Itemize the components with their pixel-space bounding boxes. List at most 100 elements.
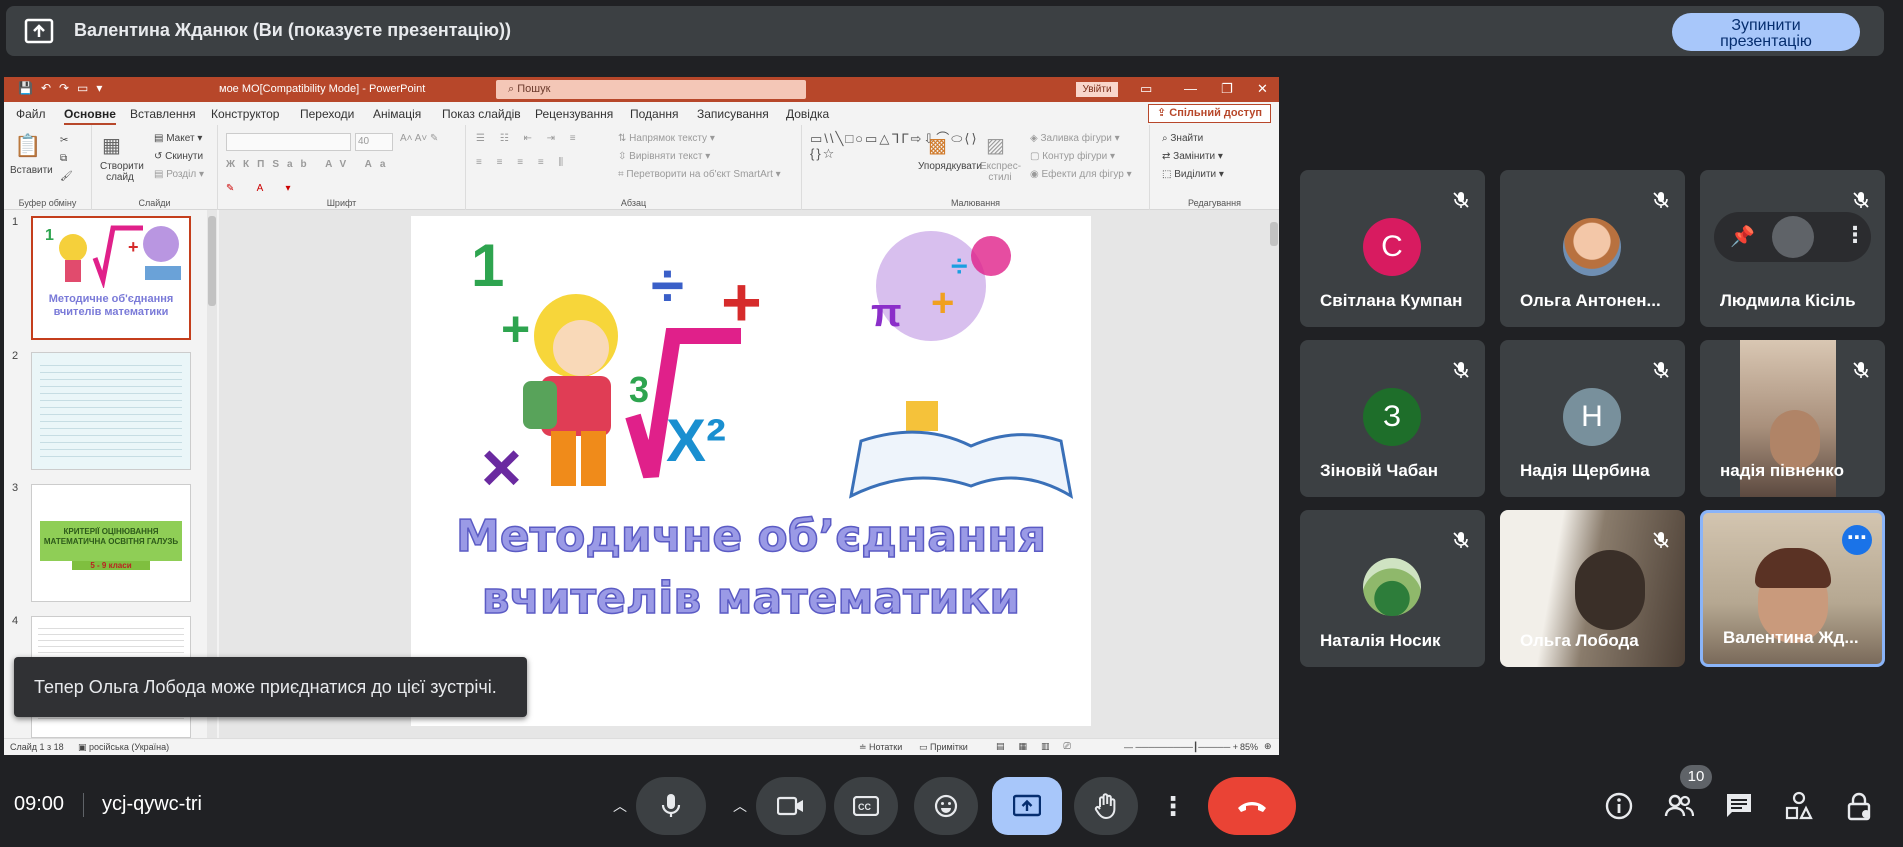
quick-styles-button[interactable]: Експрес-стилі <box>980 161 1021 183</box>
fit-slide-icon[interactable]: ⊕ <box>1264 741 1272 752</box>
paste-button[interactable]: Вставити <box>10 165 53 176</box>
tab-slideshow[interactable]: Показ слайдів <box>442 107 521 121</box>
paste-icon[interactable]: 📋 <box>14 133 41 159</box>
minimize-icon[interactable]: — <box>1184 81 1197 96</box>
notes-button[interactable]: ≐ Нотатки <box>859 742 902 753</box>
align-icons[interactable]: ≡ ≡ ≡ ≡ ⫼ <box>476 157 569 168</box>
tab-review[interactable]: Рецензування <box>535 107 613 121</box>
tab-record[interactable]: Записування <box>697 107 769 121</box>
mute-participant-icon[interactable] <box>1772 216 1814 258</box>
captions-button[interactable]: CC <box>834 777 898 835</box>
quick-styles-icon[interactable]: ▨ <box>986 133 1005 158</box>
activities-icon[interactable] <box>1784 791 1814 821</box>
tab-design[interactable]: Конструктор <box>211 107 279 121</box>
chat-icon[interactable] <box>1724 791 1754 821</box>
shape-effects-button[interactable]: ◉ Ефекти для фігур ▾ <box>1030 169 1132 180</box>
participant-tile[interactable]: З Зіновій Чабан <box>1300 340 1485 497</box>
comments-button[interactable]: ▭ Примітки <box>919 742 968 753</box>
select-button[interactable]: ⬚ Виділити ▾ <box>1162 169 1224 180</box>
font-name-dropdown[interactable] <box>226 133 351 151</box>
leave-call-button[interactable] <box>1208 777 1296 835</box>
arrange-button[interactable]: Упорядкувати <box>918 161 982 172</box>
profile-photo <box>1563 218 1621 276</box>
participant-tile[interactable]: Ольга Антонен... <box>1500 170 1685 327</box>
share-button[interactable]: ⇪ Спільний доступ <box>1148 104 1271 123</box>
participant-tile[interactable]: надія півненко <box>1700 340 1885 497</box>
participant-name: Надія Щербина <box>1520 461 1650 480</box>
zoom-slider[interactable]: — ─────────┃───── + <box>1124 742 1238 753</box>
participant-tile[interactable]: Наталія Носик <box>1300 510 1485 667</box>
layout-button[interactable]: ▤ Макет ▾ <box>154 133 202 144</box>
shape-fill-button[interactable]: ◈ Заливка фігури ▾ <box>1030 133 1120 144</box>
reset-button[interactable]: ↺ Скинути <box>154 151 203 162</box>
slide-thumbnail-2[interactable] <box>31 352 191 470</box>
tab-file[interactable]: Файл <box>16 107 46 121</box>
ppt-search-box[interactable]: ⌕ Пошук <box>496 80 806 99</box>
new-slide-icon[interactable]: ▦ <box>102 133 121 158</box>
language-label: російська (Україна) <box>89 742 170 752</box>
more-options-icon[interactable]: ⋯ <box>1842 525 1872 555</box>
arrange-icon[interactable]: ▩ <box>928 133 947 158</box>
ribbon-display-icon[interactable]: ▭ <box>1140 81 1152 97</box>
reactions-button[interactable] <box>914 777 978 835</box>
editor-scrollbar[interactable] <box>1269 210 1279 738</box>
text-direction-button[interactable]: ⇅ Напрямок тексту ▾ <box>618 133 715 144</box>
ppt-signin-button[interactable]: Увійти <box>1076 82 1118 97</box>
pin-icon[interactable]: 📌 <box>1730 224 1755 249</box>
present-now-button[interactable] <box>992 777 1062 835</box>
new-slide-button[interactable]: Створити слайд <box>100 161 144 183</box>
font-size-dropdown[interactable]: 40 <box>355 133 393 151</box>
audio-options-chevron-icon[interactable]: ︿ <box>608 789 632 823</box>
tab-help[interactable]: Довідка <box>786 107 829 121</box>
quick-access-toolbar[interactable]: 💾↶↷▭▾ <box>18 81 110 95</box>
ppt-status-bar: Слайд 1 з 18 ▣ російська (Україна) ≐ Нот… <box>4 738 1279 755</box>
divider <box>83 793 84 817</box>
align-text-button[interactable]: ⇳ Вирівняти текст ▾ <box>618 151 710 162</box>
font-style-icons[interactable]: ЖКПSab AV Aa <box>226 159 393 170</box>
slide-thumbnail-3[interactable]: КРИТЕРІЇ ОЦІНЮВАННЯ МАТЕМАТИЧНА ОСВІТНЯ … <box>31 484 191 602</box>
more-options-button[interactable]: ⋮ <box>1148 777 1198 835</box>
find-button[interactable]: ⌕ Знайти <box>1162 133 1203 144</box>
more-options-icon[interactable]: ⋮ <box>1844 222 1866 248</box>
participant-tile-self[interactable]: ⋯ Валентина Жд... <box>1700 510 1885 667</box>
copy-icon[interactable]: ⧉ <box>60 153 67 164</box>
microphone-button[interactable] <box>636 777 706 835</box>
smartart-button[interactable]: ⌗ Перетворити на об'єкт SmartArt ▾ <box>618 169 781 180</box>
section-button[interactable]: ▤ Розділ ▾ <box>154 169 204 180</box>
language-indicator[interactable]: ▣ російська (Україна) <box>78 742 169 753</box>
shapes-gallery[interactable]: ▭\\╲□○▭△ᒣᒥ⇨⇩⌒⬭⟨⟩{}☆ <box>810 131 977 161</box>
font-color-icons[interactable]: ✎ A ▾ <box>226 183 301 194</box>
replace-button[interactable]: ⇄ Замінити ▾ <box>1162 151 1223 162</box>
zoom-level[interactable]: 85% <box>1240 742 1258 752</box>
font-size-change-icons[interactable]: A˄ A˅ ✎ <box>400 133 438 144</box>
meeting-details-icon[interactable] <box>1604 791 1634 821</box>
participant-tile[interactable]: Ольга Лобода <box>1500 510 1685 667</box>
tab-insert[interactable]: Вставлення <box>130 107 196 121</box>
host-controls-icon[interactable] <box>1844 791 1874 821</box>
shape-outline-button[interactable]: ▢ Контур фігури ▾ <box>1030 151 1115 162</box>
participant-tile[interactable]: Н Надія Щербина <box>1500 340 1685 497</box>
slide-title[interactable]: Методичне об’єднання вчителів математики <box>411 506 1091 630</box>
slide-thumbnail-1[interactable]: 1 + Методичне об'єднання вчителів математ… <box>31 216 191 340</box>
tab-home[interactable]: Основне <box>64 107 116 125</box>
tab-view[interactable]: Подання <box>630 107 678 121</box>
emoji-icon <box>934 794 958 818</box>
camera-button[interactable] <box>756 777 826 835</box>
editor-scroll-handle[interactable] <box>1270 222 1278 246</box>
tab-transitions[interactable]: Переходи <box>300 107 354 121</box>
view-buttons[interactable]: ▤▦▥⎚ <box>996 741 1085 752</box>
thumb-scroll-handle[interactable] <box>208 216 216 306</box>
participant-tile[interactable]: С Світлана Кумпан <box>1300 170 1485 327</box>
stop-presenting-button[interactable]: Зупинити презентацію <box>1672 13 1860 51</box>
close-icon[interactable]: ✕ <box>1257 81 1268 97</box>
format-painter-icon[interactable]: 🖌 <box>60 171 73 182</box>
restore-icon[interactable]: ❐ <box>1221 81 1233 97</box>
raise-hand-button[interactable] <box>1074 777 1138 835</box>
cut-icon[interactable]: ✂ <box>60 135 68 146</box>
list-icons[interactable]: ☰ ☷ ⇤ ⇥ ≡ <box>476 133 582 144</box>
tab-animations[interactable]: Анімація <box>373 107 421 121</box>
video-options-chevron-icon[interactable]: ︿ <box>728 789 752 823</box>
people-icon[interactable] <box>1664 791 1694 821</box>
current-slide[interactable]: 1 + × ÷ + X² 3 π + ÷ Методичне об’єднанн… <box>411 216 1091 726</box>
participant-tile[interactable]: 📌 ⋮ Людмила Кісіль <box>1700 170 1885 327</box>
